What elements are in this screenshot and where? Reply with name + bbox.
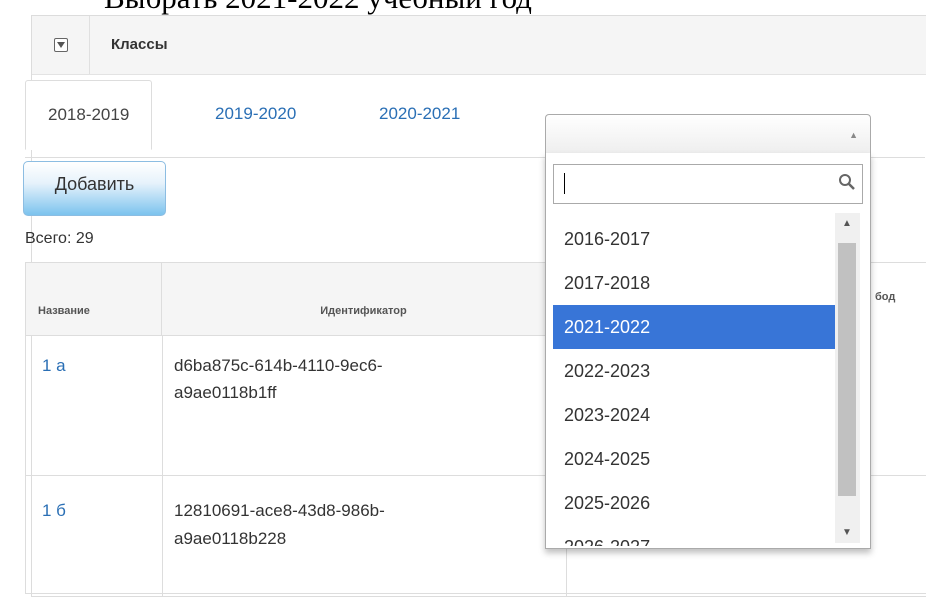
tab-2019-2020[interactable]: 2019-2020 [193, 80, 318, 148]
caret-up-icon: ▲ [849, 130, 858, 140]
year-select[interactable]: ▲ [545, 114, 871, 154]
option-2024-2025[interactable]: 2024-2025 [553, 437, 835, 481]
row-2-id-line2: a9ae0118b228 [174, 529, 287, 548]
total-count: Всего: 29 [25, 230, 94, 247]
option-2026-2027[interactable]: 2026-2027 [553, 525, 835, 546]
search-icon [839, 174, 855, 190]
row-1-name-link[interactable]: 1 а [42, 354, 66, 378]
scroll-down-icon[interactable]: ▼ [842, 527, 852, 538]
option-2022-2023[interactable]: 2022-2023 [553, 349, 835, 393]
option-2016-2017[interactable]: 2016-2017 [553, 217, 835, 261]
column-header-id[interactable]: Идентификатор [162, 263, 566, 336]
collapse-icon [53, 38, 68, 52]
panel-header: Классы [32, 16, 926, 75]
option-2021-2022[interactable]: 2021-2022 [553, 305, 835, 349]
row-2-id-line1: 12810691-ace8-43d8-986b- [174, 501, 385, 520]
collapse-button[interactable] [32, 16, 90, 74]
tab-2018-2019[interactable]: 2018-2019 [25, 80, 153, 150]
text-cursor [564, 173, 565, 194]
column-header-name[interactable]: Название [26, 263, 162, 336]
row-1-id-line1: d6ba875c-614b-4110-9ec6- [174, 356, 383, 375]
scroll-thumb[interactable] [838, 243, 856, 496]
dropdown-scrollbar[interactable]: ▲ ▼ [835, 213, 860, 543]
column-divider [162, 336, 163, 596]
row-1-id-line2: a9ae0118b1ff [174, 383, 277, 402]
row-2-name-link[interactable]: 1 б [42, 499, 66, 523]
option-2017-2018[interactable]: 2017-2018 [553, 261, 835, 305]
add-button[interactable]: Добавить [23, 161, 166, 216]
year-dropdown: 2016-2017 2017-2018 2021-2022 2022-2023 … [545, 153, 871, 549]
dropdown-search-input[interactable] [553, 164, 863, 204]
tab-2020-2021[interactable]: 2020-2021 [357, 80, 482, 148]
scroll-up-icon[interactable]: ▲ [842, 218, 852, 229]
panel-title: Классы [111, 36, 168, 53]
options-list: 2016-2017 2017-2018 2021-2022 2022-2023 … [546, 217, 870, 546]
option-2023-2024[interactable]: 2023-2024 [553, 393, 835, 437]
column-header-clipped: бод [875, 291, 896, 303]
option-2025-2026[interactable]: 2025-2026 [553, 481, 835, 525]
instruction-caption: Выбрать 2021-2022 учебный год [104, 0, 532, 13]
